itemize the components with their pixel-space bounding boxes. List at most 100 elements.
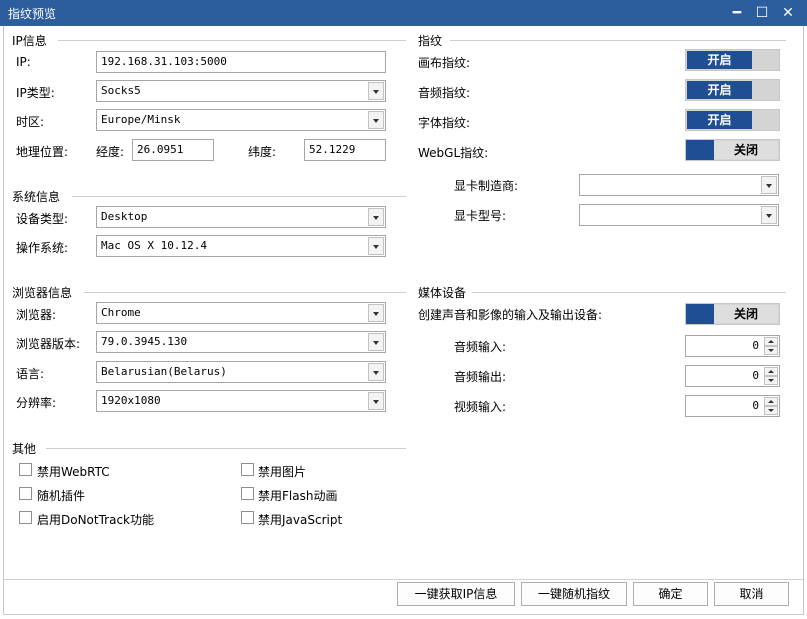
media-section-title: 媒体设备	[418, 286, 467, 300]
resolution-select[interactable]: 1920x1080	[96, 390, 386, 412]
toggle-bar	[686, 304, 714, 324]
media-create-state: 关闭	[714, 305, 778, 323]
video-input-stepper[interactable]: 0	[685, 395, 780, 417]
browser-version-select[interactable]: 79.0.3945.130	[96, 331, 386, 353]
minimize-icon[interactable]: ━	[727, 3, 747, 23]
chevron-down-icon[interactable]	[368, 333, 384, 351]
browser-version-value: 79.0.3945.130	[101, 335, 188, 348]
disable-flash-checkbox[interactable]	[241, 487, 254, 500]
timezone-value: Europe/Minsk	[101, 113, 181, 126]
chevron-down-icon[interactable]	[368, 392, 384, 410]
browser-value: Chrome	[101, 306, 141, 319]
title-bar: 指纹预览 ━ ☐ ✕	[0, 0, 807, 26]
disable-javascript-label: 禁用JavaScript	[258, 513, 343, 527]
device-type-label: 设备类型:	[16, 212, 69, 226]
chevron-down-icon[interactable]	[761, 176, 777, 194]
disable-images-label: 禁用图片	[258, 465, 307, 479]
other-section-title: 其他	[12, 442, 37, 456]
media-create-label: 创建声音和影像的输入及输出设备:	[418, 308, 603, 322]
language-value: Belarusian(Belarus)	[101, 365, 227, 378]
video-input-value: 0	[752, 399, 759, 412]
other-section-divider	[46, 448, 406, 449]
webgl-fp-state: 关闭	[714, 141, 778, 159]
gpu-vendor-select[interactable]	[579, 174, 779, 196]
chevron-down-icon[interactable]	[368, 111, 384, 129]
spin-down-icon[interactable]	[764, 346, 778, 355]
canvas-fp-toggle[interactable]: 开启	[685, 49, 780, 71]
fingerprint-section-title: 指纹	[418, 34, 443, 48]
ip-section-title: IP信息	[12, 34, 47, 48]
spin-up-icon[interactable]	[764, 397, 778, 406]
gpu-vendor-label: 显卡制造商:	[454, 179, 519, 193]
audio-fp-toggle[interactable]: 开启	[685, 79, 780, 101]
do-not-track-checkbox[interactable]	[19, 511, 32, 524]
ip-field[interactable]: 192.168.31.103:5000	[96, 51, 386, 73]
longitude-label: 经度:	[96, 145, 125, 159]
ip-label: IP:	[16, 55, 31, 69]
webgl-fp-toggle[interactable]: 关闭	[685, 139, 780, 161]
gpu-model-select[interactable]	[579, 204, 779, 226]
system-section-divider	[72, 196, 406, 197]
video-input-label: 视频输入:	[454, 400, 507, 414]
device-type-select[interactable]: Desktop	[96, 206, 386, 228]
latitude-label: 纬度:	[248, 145, 277, 159]
disable-images-checkbox[interactable]	[241, 463, 254, 476]
close-icon[interactable]: ✕	[778, 3, 798, 23]
resolution-value: 1920x1080	[101, 394, 161, 407]
spin-down-icon[interactable]	[764, 376, 778, 385]
geo-label: 地理位置:	[16, 145, 69, 159]
spin-up-icon[interactable]	[764, 337, 778, 346]
timezone-select[interactable]: Europe/Minsk	[96, 109, 386, 131]
audio-input-value: 0	[752, 339, 759, 352]
do-not-track-label: 启用DoNotTrack功能	[37, 513, 155, 527]
browser-section-title: 浏览器信息	[12, 286, 73, 300]
ip-type-label: IP类型:	[16, 86, 55, 100]
disable-flash-label: 禁用Flash动画	[258, 489, 338, 503]
ip-type-value: Socks5	[101, 84, 141, 97]
ok-button[interactable]: 确定	[633, 582, 708, 606]
webgl-fp-label: WebGL指纹:	[418, 146, 489, 160]
audio-output-value: 0	[752, 369, 759, 382]
spin-up-icon[interactable]	[764, 367, 778, 376]
font-fp-label: 字体指纹:	[418, 116, 471, 130]
language-label: 语言:	[16, 367, 45, 381]
maximize-icon[interactable]: ☐	[752, 3, 772, 23]
latitude-field[interactable]: 52.1229	[304, 139, 386, 161]
browser-select[interactable]: Chrome	[96, 302, 386, 324]
audio-output-stepper[interactable]: 0	[685, 365, 780, 387]
random-fingerprint-button[interactable]: 一键随机指纹	[521, 582, 627, 606]
footer-divider	[4, 579, 803, 580]
chevron-down-icon[interactable]	[368, 208, 384, 226]
os-select[interactable]: Mac OS X 10.12.4	[96, 235, 386, 257]
disable-webrtc-label: 禁用WebRTC	[37, 465, 110, 479]
os-label: 操作系统:	[16, 241, 69, 255]
chevron-down-icon[interactable]	[368, 237, 384, 255]
system-section-title: 系统信息	[12, 190, 61, 204]
os-value: Mac OS X 10.12.4	[101, 239, 207, 252]
chevron-down-icon[interactable]	[368, 363, 384, 381]
ip-type-select[interactable]: Socks5	[96, 80, 386, 102]
browser-label: 浏览器:	[16, 308, 57, 322]
get-ip-button[interactable]: 一键获取IP信息	[397, 582, 515, 606]
chevron-down-icon[interactable]	[368, 304, 384, 322]
media-section-divider	[472, 292, 786, 293]
disable-webrtc-checkbox[interactable]	[19, 463, 32, 476]
resolution-label: 分辨率:	[16, 396, 57, 410]
browser-version-label: 浏览器版本:	[16, 337, 81, 351]
random-plugins-checkbox[interactable]	[19, 487, 32, 500]
audio-output-label: 音频输出:	[454, 370, 507, 384]
chevron-down-icon[interactable]	[761, 206, 777, 224]
font-fp-toggle[interactable]: 开启	[685, 109, 780, 131]
cancel-button[interactable]: 取消	[714, 582, 789, 606]
media-create-toggle[interactable]: 关闭	[685, 303, 780, 325]
chevron-down-icon[interactable]	[368, 82, 384, 100]
language-select[interactable]: Belarusian(Belarus)	[96, 361, 386, 383]
audio-input-stepper[interactable]: 0	[685, 335, 780, 357]
audio-fp-state: 开启	[687, 81, 752, 99]
random-plugins-label: 随机插件	[37, 489, 86, 503]
longitude-field[interactable]: 26.0951	[132, 139, 214, 161]
disable-javascript-checkbox[interactable]	[241, 511, 254, 524]
font-fp-state: 开启	[687, 111, 752, 129]
gpu-model-label: 显卡型号:	[454, 209, 507, 223]
spin-down-icon[interactable]	[764, 406, 778, 415]
